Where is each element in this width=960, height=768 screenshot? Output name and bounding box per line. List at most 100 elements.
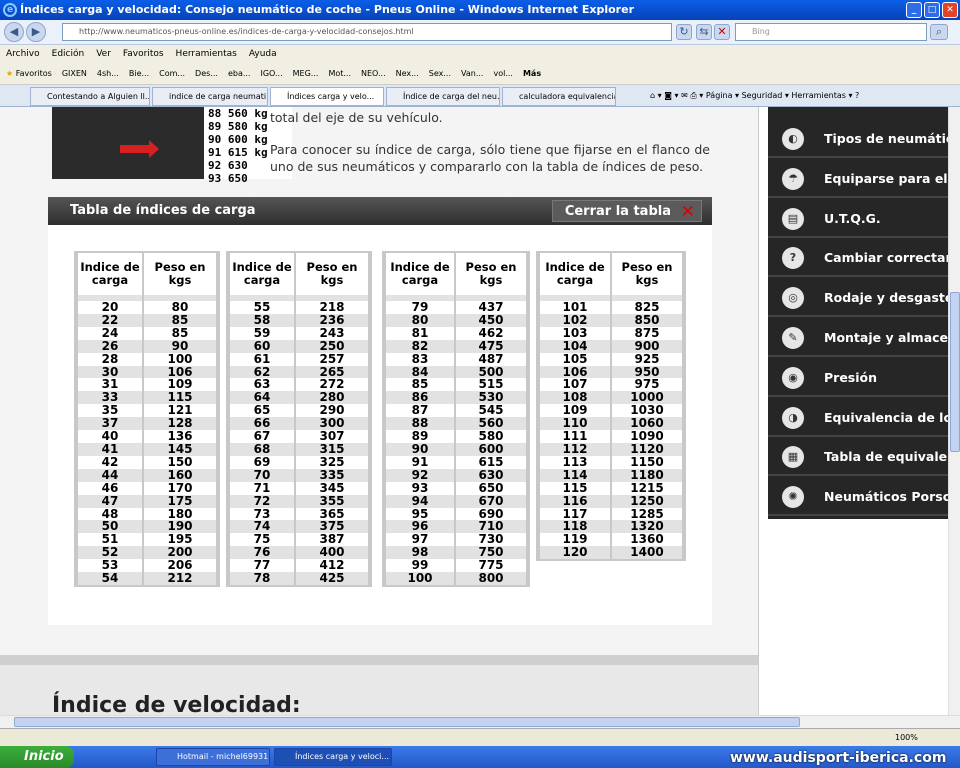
load-index-cell: 44 <box>78 468 142 482</box>
vertical-scrollbar[interactable] <box>948 107 960 715</box>
fav-link[interactable]: Mot... <box>328 63 351 84</box>
fav-link[interactable]: Des... <box>195 63 218 84</box>
tab-indice-carga-neumatico[interactable]: Índice de carga del neu... <box>386 87 500 106</box>
close-table-button[interactable]: Cerrar la tabla ✕ <box>551 200 702 222</box>
back-button[interactable]: ◀ <box>4 22 24 42</box>
weight-cell: 150 <box>144 455 216 469</box>
table-row: 112 1120 <box>540 443 682 456</box>
horizontal-scroll-thumb[interactable] <box>14 717 800 727</box>
table-row: 96 710 <box>386 520 526 534</box>
column-header-weight: Peso en kgs <box>144 253 216 295</box>
horizontal-scrollbar[interactable] <box>0 715 960 728</box>
help-icon[interactable]: ? <box>855 91 859 100</box>
feeds-icon[interactable]: ◙ ▾ <box>664 91 678 100</box>
fav-link[interactable]: Van... <box>461 63 483 84</box>
maximize-button[interactable]: □ <box>924 2 940 18</box>
load-index-cell: 78 <box>230 572 294 585</box>
search-input[interactable]: Bing <box>735 23 927 41</box>
table-row: 47 175 <box>78 494 216 508</box>
table-row: 54 212 <box>78 572 216 585</box>
tools-menu[interactable]: Herramientas <box>791 91 846 100</box>
fav-link[interactable]: Com... <box>159 63 185 84</box>
sidebar-item[interactable]: ☂ Equiparse para el invierno <box>768 160 948 198</box>
load-index-cell: 105 <box>540 352 610 366</box>
print-icon[interactable]: ⎙ ▾ <box>690 91 703 100</box>
column-header-index: Indice de carga <box>78 253 142 295</box>
load-index-cell: 68 <box>230 443 294 456</box>
sidebar-item[interactable]: ◐ Tipos de neumáticos <box>768 120 948 158</box>
task-indices-carga[interactable]: Índices carga y veloci... <box>274 748 392 766</box>
sidebar-item-icon: ▤ <box>782 207 804 230</box>
sidebar-item[interactable]: ◑ Equivalencia de los neumáticos <box>768 399 948 437</box>
sidebar-item[interactable]: ✎ Montaje y almacenaje <box>768 319 948 357</box>
vertical-scroll-thumb[interactable] <box>950 292 960 452</box>
menu-favoritos[interactable]: Favoritos <box>123 45 164 63</box>
fav-link[interactable]: IGO... <box>260 63 282 84</box>
mail-icon[interactable]: ✉ <box>681 91 688 100</box>
menu-edicion[interactable]: Edición <box>52 45 85 63</box>
tab-indices-carga-velocidad[interactable]: Índices carga y velo... <box>270 87 384 106</box>
weight-cell: 615 <box>456 455 526 469</box>
page-menu[interactable]: Página <box>706 91 733 100</box>
task-hotmail[interactable]: Hotmail - michel69931... <box>156 748 270 766</box>
table-row: 92 630 <box>386 468 526 482</box>
fav-link[interactable]: 4sh... <box>97 63 119 84</box>
table-row: 86 530 <box>386 391 526 405</box>
menu-archivo[interactable]: Archivo <box>6 45 40 63</box>
fav-link[interactable]: Sex... <box>429 63 451 84</box>
refresh-icon[interactable]: ↻ <box>676 24 692 40</box>
menu-bar: Archivo Edición Ver Favoritos Herramient… <box>0 45 960 63</box>
forward-button[interactable]: ▶ <box>26 22 46 42</box>
stop-icon[interactable]: ✕ <box>714 24 730 40</box>
zoom-level[interactable]: 100% <box>895 729 918 747</box>
table-row: 46 170 <box>78 481 216 495</box>
more-favorites-button[interactable]: Más <box>523 63 541 84</box>
fav-link[interactable]: NEO... <box>361 63 386 84</box>
weight-cell: 450 <box>456 314 526 327</box>
fav-link[interactable]: GIXEN <box>62 63 87 84</box>
table-row: 65 290 <box>230 404 368 418</box>
compatibility-icon[interactable]: ⇆ <box>696 24 712 40</box>
table-row: 70 335 <box>230 468 368 482</box>
menu-ayuda[interactable]: Ayuda <box>249 45 277 63</box>
table-row: 35 121 <box>78 404 216 418</box>
load-table-block: Indice de carga Peso en kgs 101 825 102 850 10… <box>536 251 686 562</box>
weight-cell: 800 <box>456 572 526 585</box>
sidebar-item[interactable]: ◎ Rodaje y desgaste <box>768 279 948 318</box>
fav-link[interactable]: Nex... <box>396 63 419 84</box>
sidebar-item-icon: ✺ <box>782 486 804 509</box>
sidebar-item[interactable]: ▦ Tabla de equivalencias <box>768 438 948 477</box>
fav-link[interactable]: Bie... <box>129 63 149 84</box>
table-row: 91 615 <box>386 455 526 469</box>
tab-calculadora[interactable]: calculadora equivalencia... <box>502 87 616 106</box>
sidebar-item[interactable]: ? Cambiar correctamente <box>768 239 948 278</box>
search-icon[interactable]: ⌕ <box>930 24 948 40</box>
load-table-block: Indice de carga Peso en kgs 55 218 58 236 59 24… <box>226 251 372 587</box>
sidebar-item[interactable]: ✺ Neumáticos Porsche <box>768 478 948 517</box>
load-index-cell: 100 <box>386 572 454 585</box>
menu-ver[interactable]: Ver <box>96 45 111 63</box>
tab-indice-carga[interactable]: indice de carga neumati... <box>152 87 268 106</box>
security-menu[interactable]: Seguridad <box>742 91 783 100</box>
sidebar-item-label: Presión <box>824 369 878 385</box>
sidebar-item[interactable]: ▤ U.T.Q.G. <box>768 200 948 238</box>
menu-herramientas[interactable]: Herramientas <box>176 45 237 63</box>
home-icon[interactable]: ⌂ ▾ <box>650 91 662 100</box>
tab-contestando[interactable]: Contestando a Alguien ll... <box>30 87 150 106</box>
close-window-button[interactable]: ✕ <box>942 2 958 18</box>
fav-link[interactable]: vol... <box>493 63 512 84</box>
start-button[interactable]: Inicio <box>0 746 74 768</box>
load-index-cell: 102 <box>540 314 610 327</box>
fav-link[interactable]: eba... <box>228 63 251 84</box>
sidebar-item[interactable]: ◉ Presión <box>768 359 948 397</box>
favorites-button[interactable]: ★ Favoritos <box>6 63 52 84</box>
favorites-bar: ★ Favoritos GIXEN 4sh... Bie... Com... D… <box>0 63 960 85</box>
url-input[interactable]: http://www.neumaticos-pneus-online.es/in… <box>62 23 672 41</box>
column-header-weight: Peso en kgs <box>296 253 368 295</box>
fav-link[interactable]: MEG... <box>293 63 319 84</box>
weight-cell: 257 <box>296 352 368 366</box>
weight-cell: 650 <box>456 481 526 495</box>
minimize-button[interactable]: _ <box>906 2 922 18</box>
table-row: 79 437 <box>386 301 526 314</box>
weight-cell: 243 <box>296 326 368 340</box>
